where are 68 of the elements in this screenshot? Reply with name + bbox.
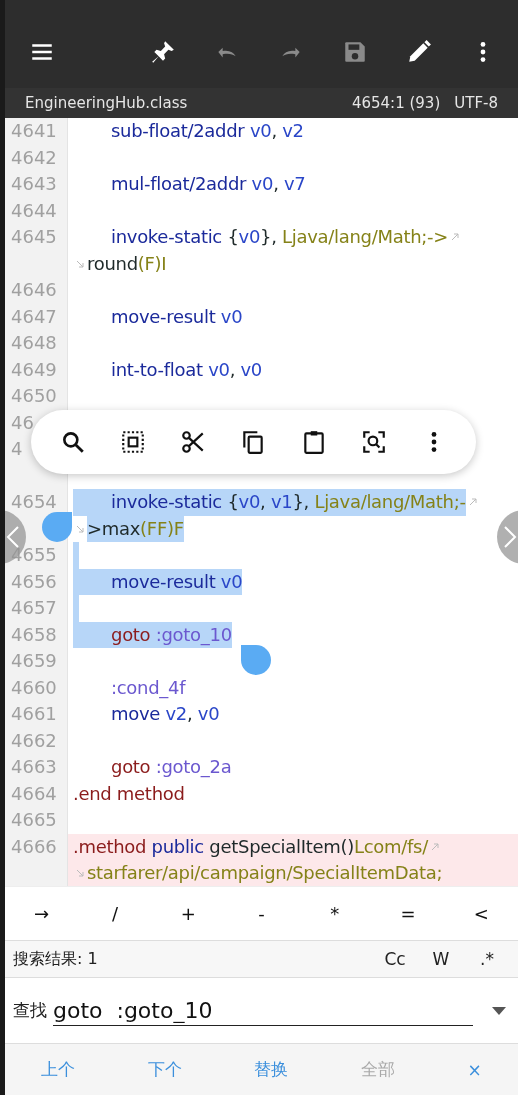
line-number: 4663 bbox=[5, 754, 68, 781]
wrap-icon bbox=[75, 523, 85, 534]
line-number: 4647 bbox=[5, 303, 68, 330]
code-text: mul-float/2addr v0, v7 bbox=[110, 172, 306, 196]
chevron-right-icon bbox=[503, 525, 517, 549]
line-number: 4650 bbox=[5, 383, 68, 410]
symbol-key[interactable]: = bbox=[383, 902, 434, 925]
symbol-key[interactable]: * bbox=[309, 902, 360, 925]
pencil-icon[interactable] bbox=[406, 39, 432, 65]
line-number: 4645 bbox=[5, 224, 68, 277]
line-number: 4666 bbox=[5, 833, 68, 886]
find-label: 查找 bbox=[13, 999, 47, 1022]
code-text: .method public getSpecialItem()Lcom/fs/ bbox=[73, 834, 428, 859]
code-text: invoke-static {v0, v1}, Ljava/lang/Math;- bbox=[73, 489, 466, 516]
selection-handle[interactable] bbox=[241, 645, 271, 675]
code-text: :cond_4f bbox=[110, 675, 186, 701]
find-field[interactable]: goto :goto_10 bbox=[53, 995, 473, 1026]
line-number: 4662 bbox=[5, 727, 68, 754]
search-option[interactable]: Cc bbox=[372, 949, 418, 969]
search-option[interactable]: .* bbox=[464, 949, 510, 969]
wrap-icon bbox=[75, 258, 85, 269]
line-number: 4644 bbox=[5, 197, 68, 224]
line-number: 4646 bbox=[5, 277, 68, 304]
wrap-icon bbox=[450, 232, 461, 243]
line-number: 4664 bbox=[5, 780, 68, 807]
symbol-key[interactable]: / bbox=[89, 902, 140, 925]
symbol-key[interactable]: → bbox=[16, 902, 67, 925]
lens-icon[interactable] bbox=[360, 429, 387, 455]
line-number: 4661 bbox=[5, 701, 68, 728]
code-text: round(F)I bbox=[87, 251, 167, 276]
line-number: 4659 bbox=[5, 648, 68, 675]
code-text: move-result v0 bbox=[73, 568, 243, 595]
line-number: 4665 bbox=[5, 807, 68, 834]
code-text: >max(FF)F bbox=[87, 515, 184, 542]
code-text: sub-float/2addr v0, v2 bbox=[110, 119, 304, 143]
code-text: goto :goto_10 bbox=[73, 621, 232, 648]
symbol-key[interactable]: < bbox=[456, 902, 507, 925]
code-text: goto :goto_2a bbox=[110, 755, 232, 780]
encoding-label: UTF-8 bbox=[454, 94, 498, 112]
line-number: 4643 bbox=[5, 171, 68, 198]
line-number: 4657 bbox=[5, 595, 68, 622]
line-number: 4642 bbox=[5, 144, 68, 171]
line-number: 4658 bbox=[5, 621, 68, 648]
file-name: EngineeringHub.class bbox=[25, 94, 189, 112]
pin-icon[interactable] bbox=[150, 39, 176, 65]
line-number: 4648 bbox=[5, 330, 68, 357]
chevron-left-icon bbox=[6, 525, 20, 549]
line-number: 4649 bbox=[5, 356, 68, 383]
code-text: int-to-float v0, v0 bbox=[110, 357, 262, 382]
wrap-icon bbox=[429, 841, 440, 852]
code-text: starfarer/api/campaign/SpecialItemData; bbox=[87, 861, 443, 885]
code-text: .end method bbox=[73, 781, 185, 806]
wrap-icon bbox=[75, 868, 85, 879]
line-number: 4656 bbox=[5, 568, 68, 595]
line-number: 4660 bbox=[5, 674, 68, 701]
symbol-key[interactable]: - bbox=[236, 902, 287, 925]
select-all-icon[interactable] bbox=[120, 429, 147, 455]
code-text: move-result v0 bbox=[110, 304, 243, 329]
wrap-icon bbox=[467, 497, 478, 508]
symbol-key[interactable]: + bbox=[163, 902, 214, 925]
line-number: 4641 bbox=[5, 118, 68, 145]
search-option[interactable]: W bbox=[418, 949, 464, 969]
selection-handle[interactable] bbox=[42, 512, 72, 542]
code-text: invoke-static {v0}, Ljava/lang/Math;-> bbox=[110, 225, 449, 249]
dropdown-icon[interactable] bbox=[491, 1005, 507, 1016]
search-results: 搜索结果: 1 bbox=[13, 948, 99, 970]
code-text: move v2, v0 bbox=[110, 702, 220, 726]
cursor-position: 4654:1 (93) bbox=[351, 94, 441, 112]
